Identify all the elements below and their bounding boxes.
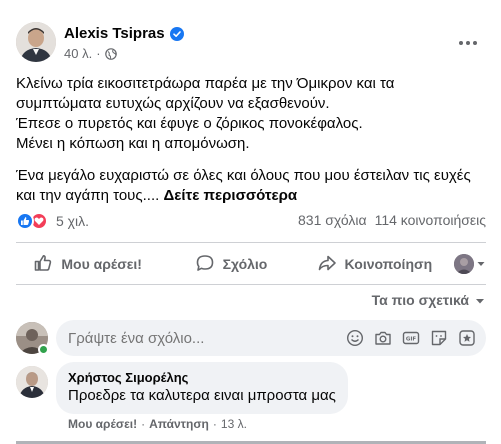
post-line: Ένα μεγάλο ευχαριστώ σε όλες και όλους π… [16,167,471,184]
post-line: Έπεσε ο πυρετός και έφυγε ο ζόρικος πονο… [16,115,363,132]
post-line: Κλείνω τρία εικοσιτετράωρα παρέα με την … [16,75,395,92]
like-button[interactable]: Μου αρέσει! [16,247,159,281]
commenter-avatar[interactable] [16,366,48,398]
comment-bubble: Χρήστος Σιμορέλης Προεδρε τα καλυτερα ει… [56,362,348,414]
profile-avatar-small [453,254,474,274]
post-line-last: και την αγάπη τους.... Δείτε περισσότερα [16,186,486,206]
post-line: Μένει η κόπωση και η απομόνωση. [16,135,250,152]
more-options-button[interactable] [456,30,480,54]
caret-down-icon [475,292,485,308]
commenter-name[interactable]: Χρήστος Σιμορέλης [68,370,336,386]
reactions-count: 5 χιλ. [56,213,90,229]
separator: · [212,417,217,431]
comment-icon [195,253,215,276]
more-horizontal-icon [458,33,478,51]
author-avatar[interactable] [16,22,56,62]
comment-sort-dropdown[interactable]: Τα πιο σχετικά [372,292,485,308]
post-line-text: και την αγάπη τους.... [16,187,160,204]
comment-time[interactable]: 13 λ. [221,417,247,431]
divider [16,284,486,285]
like-reaction-icon [16,212,34,230]
online-status-dot [38,344,49,355]
emoji-icon[interactable] [346,329,364,347]
sticker-icon[interactable] [430,329,448,347]
comments-count[interactable]: 831 σχόλια [298,212,367,228]
shares-count[interactable]: 114 κοινοποιήσεις [375,212,486,228]
verified-badge-icon [169,26,184,41]
author-name[interactable]: Alexis Tsipras [64,25,165,42]
svg-text:GIF: GIF [406,337,417,343]
gif-icon[interactable]: GIF [402,329,420,347]
post-stats: 5 χιλ. 831 σχόλια 114 κοινοποιήσεις [16,210,486,234]
star-sticker-icon[interactable] [458,329,476,347]
sort-label: Τα πιο σχετικά [371,292,469,308]
comment-button[interactable]: Σχόλιο [159,247,302,281]
post-line: συμπτώματα ευτυχώς αρχίζουν να εξασθενού… [16,95,330,112]
globe-icon[interactable] [104,47,117,60]
like-label: Μου αρέσει! [61,256,142,272]
share-button[interactable]: Κοινοποίηση [303,247,446,281]
separator: · [141,417,146,431]
comment-like-button[interactable]: Μου αρέσει! [68,417,137,431]
comment-reply-button[interactable]: Απάντηση [149,417,209,431]
next-comment-preview [16,438,486,444]
meta-separator: · [96,46,101,61]
audience-selector[interactable] [446,254,486,274]
post-body: Κλείνω τρία εικοσιτετράωρα παρέα με την … [16,74,486,206]
share-icon [317,253,337,276]
comment-actions: Μου αρέσει! · Απάντηση · 13 λ. [68,417,247,431]
share-label: Κοινοποίηση [344,256,433,272]
caret-down-icon [476,255,486,273]
comment-text: Προεδρε τα καλυτερα ειναι μπροστα μας [68,387,336,404]
post-time[interactable]: 40 λ. [64,46,92,61]
divider [16,242,486,243]
comment-composer: GIF [16,320,486,356]
thumbs-up-icon [33,253,53,276]
camera-icon[interactable] [374,329,392,347]
post-header: Alexis Tsipras 40 λ. · [16,22,486,64]
action-bar: Μου αρέσει! Σχόλιο Κοινοποίηση [16,247,486,281]
comment-label: Σχόλιο [222,256,268,272]
see-more-link[interactable]: Δείτε περισσότερα [163,187,297,204]
reactions-summary[interactable]: 5 χιλ. [16,212,89,230]
